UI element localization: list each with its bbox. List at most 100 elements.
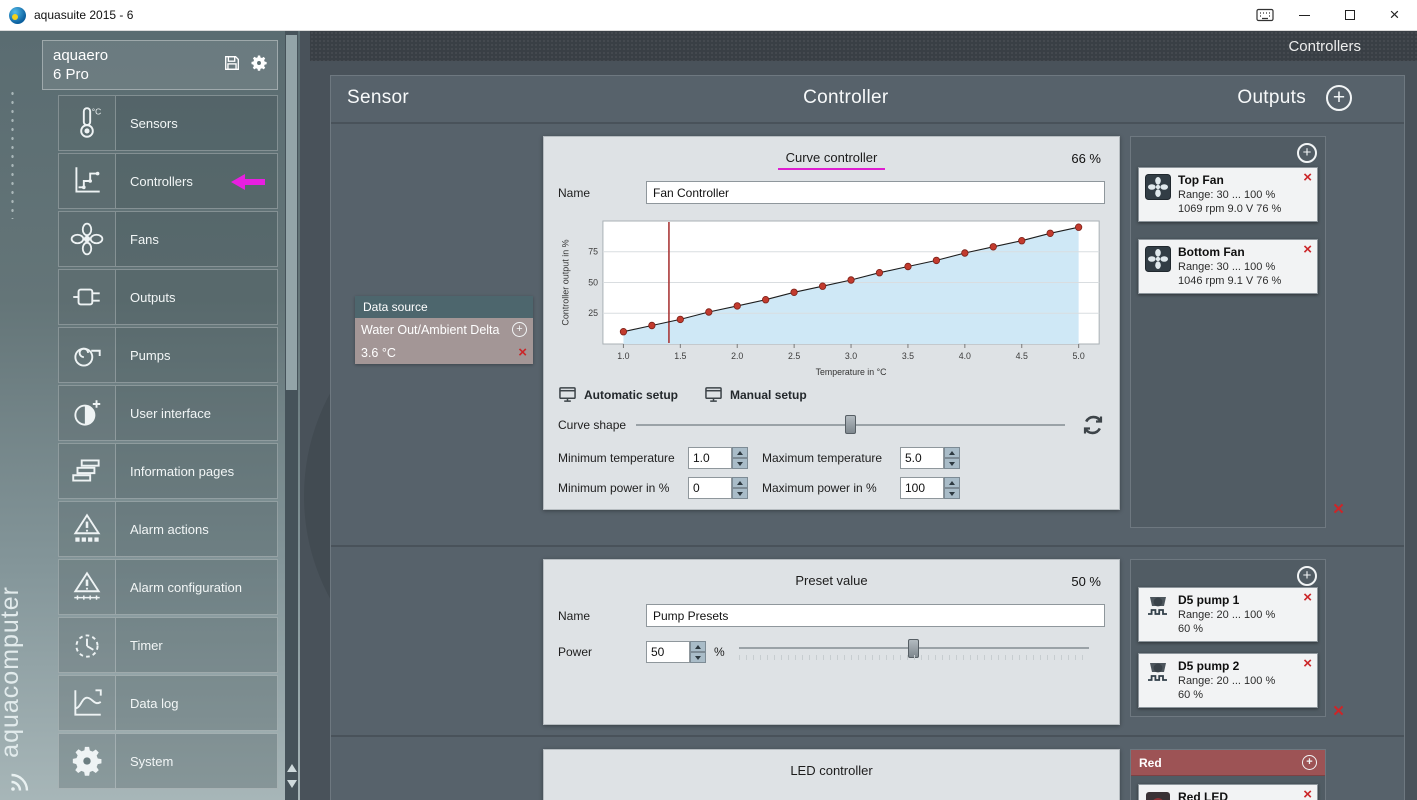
sidebar-scrollbar[interactable] xyxy=(285,31,298,800)
spin-up-icon[interactable] xyxy=(944,447,960,458)
output-card-d5-pump-2[interactable]: D5 pump 2 Range: 20 ... 100 % 60 % xyxy=(1138,653,1318,708)
assign-output-button[interactable] xyxy=(1297,566,1317,586)
remove-output-button[interactable] xyxy=(1303,242,1312,257)
spin-down-icon[interactable] xyxy=(690,652,706,663)
max-temp-spinner[interactable] xyxy=(900,447,970,469)
led-icon xyxy=(1145,790,1172,800)
max-temp-input[interactable] xyxy=(900,447,944,469)
window-title: aquasuite 2015 - 6 xyxy=(34,8,1248,22)
output-card-d5-pump-1[interactable]: D5 pump 1 Range: 20 ... 100 % 60 % xyxy=(1138,587,1318,642)
refresh-icon[interactable] xyxy=(1081,413,1105,437)
remove-output-button[interactable] xyxy=(1303,656,1312,671)
window-icon xyxy=(704,386,723,403)
output-card-red-led[interactable]: Red LED xyxy=(1138,784,1318,800)
app-icon xyxy=(9,7,26,24)
delete-curve-controller-button[interactable] xyxy=(1333,500,1344,519)
data-source-name: Water Out/Ambient Delta xyxy=(361,323,512,337)
curve-outputs-box: Top Fan Range: 30 ... 100 % 1069 rpm 9.0… xyxy=(1130,136,1326,528)
sidebar-item-label: Information pages xyxy=(116,444,234,498)
spin-up-icon[interactable] xyxy=(732,447,748,458)
sidebar-item-outputs[interactable]: Outputs xyxy=(58,269,278,325)
curve-chart[interactable]: 2550751.01.52.02.53.03.54.04.55.0Tempera… xyxy=(558,213,1105,378)
alarm-config-icon xyxy=(59,560,116,614)
preset-output-value: 50 % xyxy=(1071,574,1101,589)
power-input[interactable] xyxy=(646,641,690,663)
pump-icon xyxy=(1145,593,1172,636)
add-data-source-button[interactable] xyxy=(512,322,527,337)
output-range: Range: 30 ... 100 % xyxy=(1178,189,1275,201)
preset-outputs-box: D5 pump 1 Range: 20 ... 100 % 60 % D5 xyxy=(1130,559,1326,717)
device-header[interactable]: aquaero 6 Pro xyxy=(42,40,278,90)
max-temp-label: Maximum temperature xyxy=(762,451,896,465)
spin-down-icon[interactable] xyxy=(944,458,960,469)
brand-logo: aquacomputer xyxy=(0,586,25,758)
data-source-box[interactable]: Data source Water Out/Ambient Delta 3.6 … xyxy=(355,296,533,364)
spin-up-icon[interactable] xyxy=(690,641,706,652)
scroll-down-icon[interactable] xyxy=(287,780,297,788)
max-power-spinner[interactable] xyxy=(900,477,970,499)
slider-thumb[interactable] xyxy=(845,415,856,434)
sidebar-item-controllers[interactable]: Controllers xyxy=(58,153,278,209)
gear-icon[interactable] xyxy=(250,54,268,77)
rss-icon[interactable] xyxy=(8,770,32,794)
touch-keyboard-icon[interactable] xyxy=(1248,0,1282,31)
preset-value-card: Preset value 50 % Name Power % xyxy=(543,559,1120,725)
output-name: D5 pump 1 xyxy=(1178,593,1239,607)
remove-output-button[interactable] xyxy=(1303,590,1312,605)
sidebar-item-system[interactable]: System xyxy=(58,733,278,789)
spin-down-icon[interactable] xyxy=(732,488,748,499)
delete-preset-controller-button[interactable] xyxy=(1333,702,1344,721)
spin-up-icon[interactable] xyxy=(944,477,960,488)
preset-name-input[interactable] xyxy=(646,604,1105,627)
sidebar-item-data-log[interactable]: Data log xyxy=(58,675,278,731)
svg-text:1.0: 1.0 xyxy=(617,351,629,361)
spin-down-icon[interactable] xyxy=(944,488,960,499)
assign-output-button[interactable] xyxy=(1302,755,1317,770)
min-temp-spinner[interactable] xyxy=(688,447,758,469)
sidebar-item-alarm-configuration[interactable]: Alarm configuration xyxy=(58,559,278,615)
sidebar-item-alarm-actions[interactable]: Alarm actions xyxy=(58,501,278,557)
add-controller-button[interactable] xyxy=(1326,85,1352,111)
scrollbar-thumb[interactable] xyxy=(286,35,297,390)
page-title: Controllers xyxy=(1288,38,1361,55)
manual-setup-button[interactable]: Manual setup xyxy=(704,386,807,403)
sidebar-item-fans[interactable]: Fans xyxy=(58,211,278,267)
remove-output-button[interactable] xyxy=(1303,787,1312,800)
min-power-spinner[interactable] xyxy=(688,477,758,499)
svg-text:50: 50 xyxy=(588,277,598,287)
curve-controller-card: Curve controller 66 % Name 2550751.01.52… xyxy=(543,136,1120,510)
led-outputs-header-label: Red xyxy=(1139,756,1302,770)
scroll-up-icon[interactable] xyxy=(287,764,297,772)
spin-down-icon[interactable] xyxy=(732,458,748,469)
fan-icon xyxy=(1145,173,1172,216)
output-card-bottom-fan[interactable]: Bottom Fan Range: 30 ... 100 % 1046 rpm … xyxy=(1138,239,1318,294)
save-icon[interactable] xyxy=(223,54,241,77)
led-controller-section: LED controller Red0 % Green27 % Blue70 %… xyxy=(331,735,1404,800)
controller-name-input[interactable] xyxy=(646,181,1105,204)
spin-up-icon[interactable] xyxy=(732,477,748,488)
automatic-setup-button[interactable]: Automatic setup xyxy=(558,386,678,403)
sidebar-item-label: Controllers xyxy=(116,154,193,208)
remove-output-button[interactable] xyxy=(1303,170,1312,185)
minimize-button[interactable] xyxy=(1282,0,1327,31)
output-card-top-fan[interactable]: Top Fan Range: 30 ... 100 % 1069 rpm 9.0… xyxy=(1138,167,1318,222)
min-temp-input[interactable] xyxy=(688,447,732,469)
led-outputs-header: Red xyxy=(1131,750,1325,776)
max-power-input[interactable] xyxy=(900,477,944,499)
power-slider[interactable] xyxy=(739,639,1089,665)
sidebar-item-user-interface[interactable]: User interface xyxy=(58,385,278,441)
sidebar-item-information-pages[interactable]: Information pages xyxy=(58,443,278,499)
sidebar-item-label: System xyxy=(116,734,173,788)
assign-output-button[interactable] xyxy=(1297,143,1317,163)
sidebar-item-timer[interactable]: Timer xyxy=(58,617,278,673)
sidebar-item-pumps[interactable]: Pumps xyxy=(58,327,278,383)
min-power-input[interactable] xyxy=(688,477,732,499)
power-spinner[interactable] xyxy=(646,641,706,663)
close-button[interactable] xyxy=(1372,0,1417,31)
remove-data-source-button[interactable] xyxy=(518,345,527,360)
sidebar-item-sensors[interactable]: °C Sensors xyxy=(58,95,278,151)
maximize-button[interactable] xyxy=(1327,0,1372,31)
curve-shape-slider[interactable] xyxy=(636,414,1065,436)
window-icon xyxy=(558,386,577,403)
power-unit: % xyxy=(714,645,725,659)
